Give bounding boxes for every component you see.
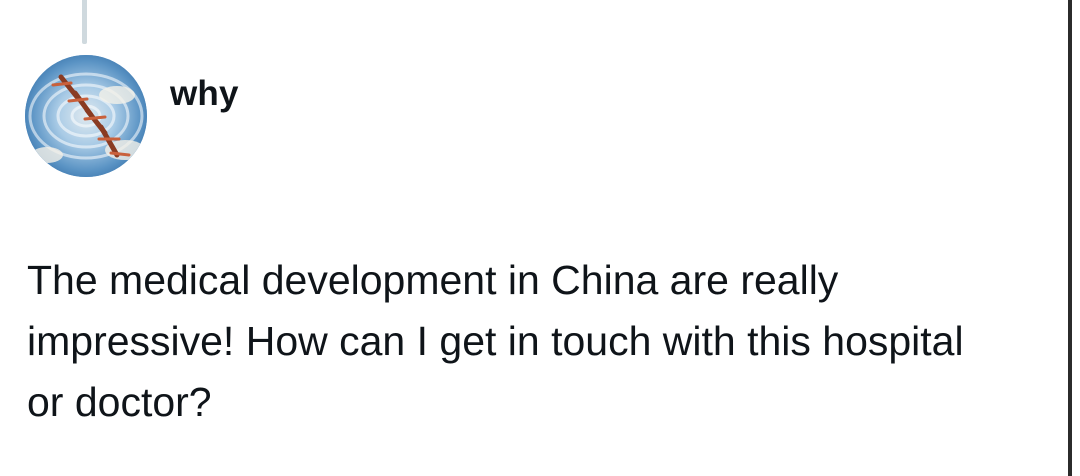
post-text: The medical development in China are rea… xyxy=(27,257,964,425)
thread-connector-line xyxy=(82,0,87,44)
avatar[interactable] xyxy=(25,55,147,177)
screen-edge-divider xyxy=(1068,0,1072,476)
author-name[interactable]: why xyxy=(170,72,239,116)
avatar-image xyxy=(25,55,147,177)
